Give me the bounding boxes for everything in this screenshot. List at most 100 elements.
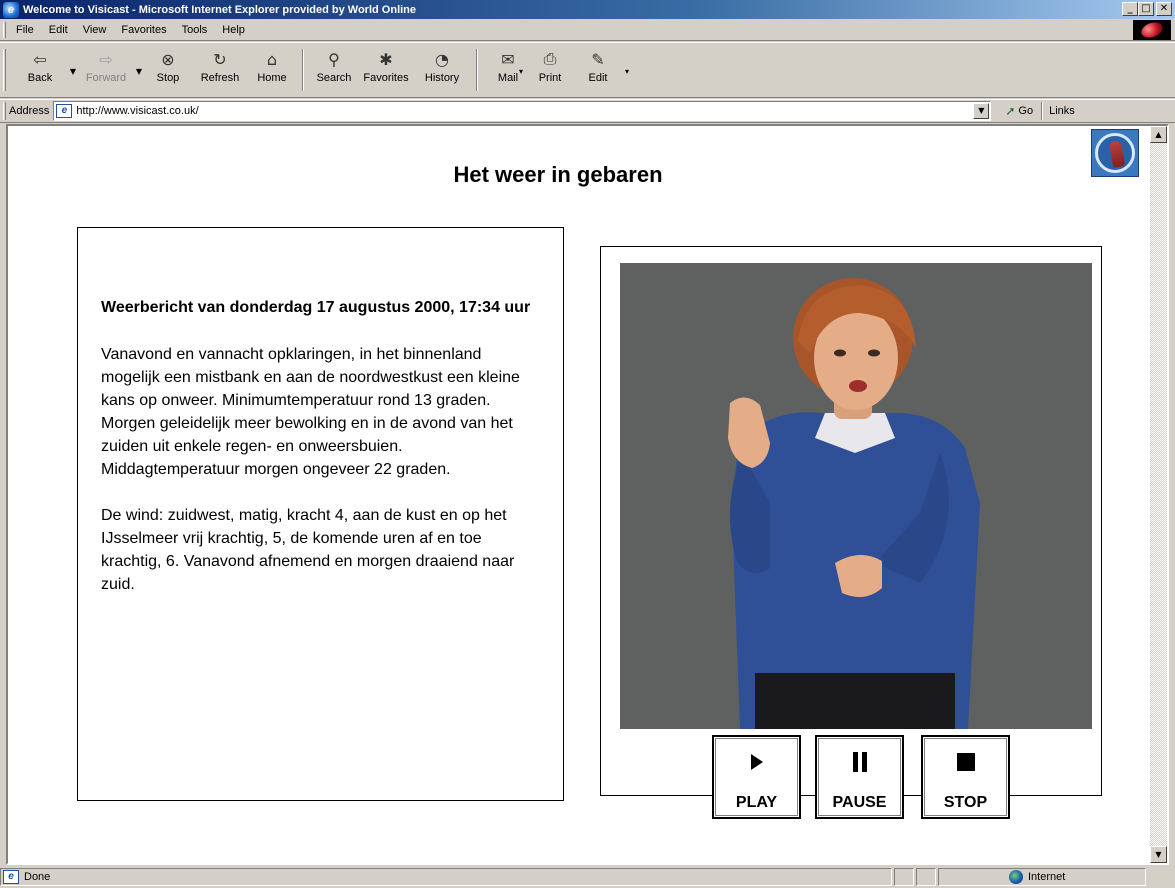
history-label: History	[424, 72, 460, 84]
favorites-folder-icon: ✱	[379, 49, 393, 69]
window-controls: _ □ ✕	[1122, 2, 1172, 16]
maximize-button[interactable]: □	[1138, 2, 1154, 16]
forward-arrow-icon: ⇨	[99, 49, 113, 69]
internet-globe-icon	[1009, 870, 1023, 884]
refresh-button[interactable]: ↻ Refresh	[192, 49, 248, 85]
menu-edit[interactable]: Edit	[43, 24, 77, 36]
menu-bar-grip[interactable]	[3, 21, 6, 38]
visicast-hand-icon	[1095, 133, 1135, 173]
pause-label: PAUSE	[832, 794, 887, 811]
refresh-label: Refresh	[200, 72, 240, 84]
go-button[interactable]: ➚ Go	[1005, 104, 1033, 118]
search-button[interactable]: ⚲ Search	[310, 49, 358, 85]
status-main: e Done	[0, 868, 892, 886]
toolbar-separator	[476, 49, 478, 91]
forward-dropdown[interactable]: ▼	[134, 49, 144, 76]
page-done-icon: e	[3, 870, 19, 884]
window-title-bar[interactable]: e Welcome to Visicast - Microsoft Intern…	[0, 0, 1175, 19]
search-icon: ⚲	[328, 49, 340, 69]
back-label: Back	[27, 72, 53, 84]
pause-icon	[852, 749, 868, 775]
print-icon: ⎙	[543, 49, 557, 68]
menu-view[interactable]: View	[77, 24, 116, 36]
history-icon: ◔	[435, 49, 449, 69]
stop-icon: ⊗	[161, 49, 175, 69]
edit-page-icon: ✎	[591, 49, 605, 69]
address-bar-grip[interactable]	[3, 102, 6, 120]
address-input[interactable]	[76, 103, 957, 119]
menu-favorites[interactable]: Favorites	[115, 24, 175, 36]
home-label: Home	[257, 72, 287, 84]
links-button[interactable]: Links	[1049, 105, 1075, 117]
ie-app-icon[interactable]: e	[3, 1, 19, 18]
scroll-up-button[interactable]: ▲	[1150, 126, 1167, 143]
back-arrow-icon: ⇦	[33, 49, 47, 69]
mail-icon: ✉	[501, 49, 515, 69]
play-icon	[750, 749, 764, 775]
vertical-scrollbar[interactable]: ▲ ▼	[1150, 126, 1167, 863]
toolbar-grip[interactable]	[3, 49, 6, 91]
mail-label: Mail	[497, 72, 519, 84]
play-button[interactable]: PLAY	[712, 735, 801, 819]
favorites-label: Favorites	[363, 72, 409, 84]
forward-label: Forward	[85, 72, 127, 84]
address-label: Address	[9, 105, 50, 117]
scroll-track[interactable]	[1150, 143, 1167, 846]
report-heading: Weerbericht van donderdag 17 augustus 20…	[101, 299, 531, 316]
status-bar: e Done Internet	[0, 866, 1175, 888]
mail-button[interactable]: ✉ Mail	[484, 49, 532, 85]
home-button[interactable]: ⌂ Home	[248, 49, 296, 85]
zone-label: Internet	[1028, 871, 1066, 883]
edit-button[interactable]: ✎ Edit	[574, 49, 622, 85]
pause-button[interactable]: PAUSE	[815, 735, 904, 819]
security-zone: Internet	[938, 868, 1146, 886]
signing-avatar-video[interactable]	[620, 263, 1092, 729]
status-text: Done	[24, 871, 51, 883]
address-bar: Address e ▼ ➚ Go Links	[0, 99, 1175, 123]
ie-throbber-logo	[1133, 19, 1171, 41]
back-dropdown[interactable]: ▼	[68, 49, 78, 76]
go-arrow-icon: ➚	[1005, 104, 1016, 118]
stop-playback-button[interactable]: STOP	[921, 735, 1010, 819]
menu-bar: File Edit View Favorites Tools Help	[0, 19, 1175, 41]
weather-report-panel: Weerbericht van donderdag 17 augustus 20…	[77, 227, 564, 801]
status-secure-cell	[916, 868, 936, 886]
signing-avatar	[728, 278, 980, 729]
home-icon: ⌂	[266, 49, 278, 69]
print-label: Print	[538, 72, 562, 84]
report-paragraph: Vanavond en vannacht opklaringen, in het…	[101, 346, 520, 478]
status-progress-cell	[894, 868, 914, 886]
go-label: Go	[1018, 105, 1034, 117]
links-separator	[1041, 102, 1044, 120]
edit-dropdown[interactable]: ▾	[622, 49, 632, 76]
signing-video-panel: PLAY PAUSE STOP	[600, 246, 1102, 819]
page-icon: e	[56, 104, 73, 118]
wind-paragraph: De wind: zuidwest, matig, kracht 4, aan …	[101, 507, 515, 593]
play-label: PLAY	[735, 794, 778, 811]
search-label: Search	[316, 72, 352, 84]
menu-file[interactable]: File	[10, 24, 43, 36]
scroll-down-button[interactable]: ▼	[1150, 846, 1167, 863]
address-dropdown-button[interactable]: ▼	[973, 103, 990, 119]
address-field[interactable]: e ▼	[53, 101, 992, 121]
history-button[interactable]: ◔ History	[414, 49, 470, 85]
stop-playback-label: STOP	[943, 794, 988, 811]
favorites-button[interactable]: ✱ Favorites	[358, 49, 414, 85]
standard-toolbar: ⇦ Back ▼ ⇨ Forward ▼ ⊗ Stop ↻ Refresh ⌂ …	[0, 42, 1175, 98]
stop-square-icon	[956, 749, 976, 775]
menu-help[interactable]: Help	[216, 24, 254, 36]
back-button[interactable]: ⇦ Back	[12, 49, 68, 85]
forward-button[interactable]: ⇨ Forward	[78, 49, 134, 85]
minimize-button[interactable]: _	[1122, 2, 1138, 16]
visicast-logo	[1091, 129, 1139, 177]
close-button[interactable]: ✕	[1156, 2, 1172, 16]
edit-label: Edit	[588, 72, 608, 84]
stop-label: Stop	[156, 72, 180, 84]
refresh-icon: ↻	[213, 49, 227, 69]
page-title: Het weer in gebaren	[453, 162, 663, 187]
print-button[interactable]: ⎙ Print	[526, 49, 574, 84]
toolbar-separator	[302, 49, 304, 91]
menu-tools[interactable]: Tools	[176, 24, 217, 36]
stop-button[interactable]: ⊗ Stop	[144, 49, 192, 85]
window-title: Welcome to Visicast - Microsoft Internet…	[23, 3, 417, 16]
